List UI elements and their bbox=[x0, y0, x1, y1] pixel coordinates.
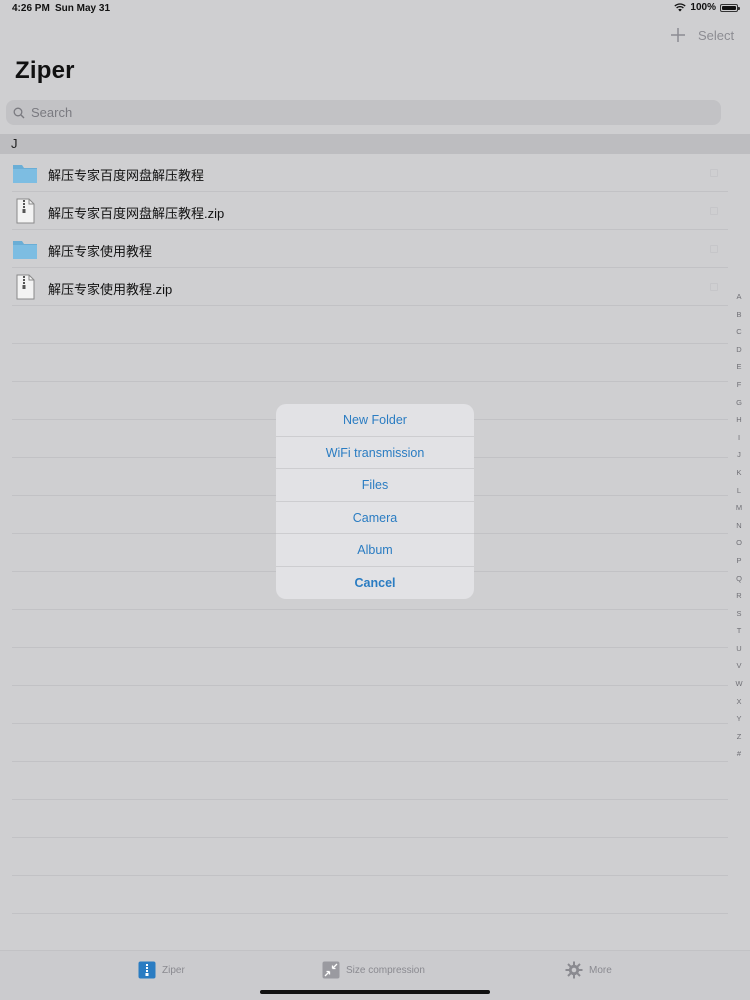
cancel-button[interactable]: Cancel bbox=[276, 567, 474, 600]
folder-icon bbox=[13, 165, 37, 183]
index-letter[interactable]: Z bbox=[731, 728, 747, 746]
battery-level-fill bbox=[722, 5, 736, 10]
row-separator bbox=[12, 723, 728, 724]
index-letter[interactable]: P bbox=[731, 552, 747, 570]
add-icon[interactable] bbox=[667, 24, 689, 46]
tab-ziper[interactable]: Ziper bbox=[138, 961, 185, 979]
row-separator bbox=[12, 875, 728, 876]
zip-file-icon bbox=[16, 198, 35, 224]
index-letter[interactable]: U bbox=[731, 640, 747, 658]
list-item[interactable]: 解压专家百度网盘解压教程 bbox=[0, 154, 730, 192]
status-right: 100% bbox=[674, 2, 740, 13]
row-separator bbox=[12, 837, 728, 838]
search-icon bbox=[13, 107, 25, 118]
new-folder-option[interactable]: New Folder bbox=[276, 404, 474, 437]
row-separator bbox=[12, 381, 728, 382]
index-letter[interactable]: A bbox=[731, 288, 747, 306]
list-item[interactable]: 解压专家使用教程.zip bbox=[0, 268, 730, 306]
row-separator bbox=[12, 799, 728, 800]
index-letter[interactable]: M bbox=[731, 499, 747, 517]
tab-label: Size compression bbox=[346, 964, 425, 976]
index-letter[interactable]: H bbox=[731, 411, 747, 429]
select-button[interactable]: Select bbox=[698, 28, 734, 43]
index-letter[interactable]: N bbox=[731, 517, 747, 535]
folder-icon bbox=[13, 241, 37, 259]
row-separator bbox=[12, 761, 728, 762]
row-separator bbox=[12, 685, 728, 686]
status-time: 4:26 PM bbox=[12, 3, 50, 14]
list-item[interactable]: 解压专家使用教程 bbox=[0, 230, 730, 268]
tab-label: More bbox=[589, 964, 612, 976]
row-separator bbox=[12, 609, 728, 610]
index-letter[interactable]: R bbox=[731, 587, 747, 605]
album-option[interactable]: Album bbox=[276, 534, 474, 567]
files-option[interactable]: Files bbox=[276, 469, 474, 502]
tab-size-compression[interactable]: Size compression bbox=[322, 961, 425, 979]
home-indicator bbox=[260, 990, 490, 994]
index-letter[interactable]: Y bbox=[731, 710, 747, 728]
file-name: 解压专家使用教程 bbox=[48, 244, 153, 259]
search-input[interactable]: Search bbox=[6, 100, 721, 125]
index-letter[interactable]: J bbox=[731, 446, 747, 464]
index-letter[interactable]: B bbox=[731, 306, 747, 324]
index-letter[interactable]: I bbox=[731, 429, 747, 447]
index-letter[interactable]: E bbox=[731, 358, 747, 376]
index-letter[interactable]: L bbox=[731, 482, 747, 500]
action-sheet: New Folder WiFi transmission Files Camer… bbox=[276, 404, 474, 599]
index-letter[interactable]: S bbox=[731, 605, 747, 623]
row-accessory-icon bbox=[710, 169, 718, 177]
file-name: 解压专家使用教程.zip bbox=[48, 282, 173, 297]
page-title: Ziper bbox=[15, 57, 75, 84]
row-accessory-icon bbox=[710, 283, 718, 291]
gear-icon bbox=[565, 961, 583, 979]
index-letter[interactable]: # bbox=[731, 745, 747, 763]
compress-icon bbox=[322, 961, 340, 979]
zip-icon bbox=[138, 961, 156, 979]
file-name: 解压专家百度网盘解压教程.zip bbox=[48, 206, 225, 221]
row-separator bbox=[12, 913, 728, 914]
section-header: J bbox=[0, 134, 750, 154]
zip-file-icon bbox=[16, 274, 35, 300]
battery-icon bbox=[720, 3, 740, 12]
status-date: Sun May 31 bbox=[55, 3, 111, 14]
camera-option[interactable]: Camera bbox=[276, 502, 474, 534]
wifi-icon bbox=[674, 3, 687, 12]
wifi-transmission-option[interactable]: WiFi transmission bbox=[276, 437, 474, 469]
row-separator bbox=[12, 647, 728, 648]
index-letter[interactable]: D bbox=[731, 341, 747, 359]
index-letter[interactable]: T bbox=[731, 622, 747, 640]
index-letter[interactable]: O bbox=[731, 534, 747, 552]
index-letter[interactable]: G bbox=[731, 394, 747, 412]
index-letter[interactable]: V bbox=[731, 657, 747, 675]
list-item[interactable]: 解压专家百度网盘解压教程.zip bbox=[0, 192, 730, 230]
tab-more[interactable]: More bbox=[565, 961, 612, 979]
index-letter[interactable]: K bbox=[731, 464, 747, 482]
index-letter[interactable]: C bbox=[731, 323, 747, 341]
row-accessory-icon bbox=[710, 245, 718, 253]
row-separator bbox=[12, 305, 728, 306]
row-accessory-icon bbox=[710, 207, 718, 215]
row-separator bbox=[12, 343, 728, 344]
index-letter[interactable]: F bbox=[731, 376, 747, 394]
battery-percent: 100% bbox=[690, 2, 716, 13]
tab-label: Ziper bbox=[162, 964, 185, 976]
section-index[interactable]: A B C D E F G H I J K L M N O P Q R S T U V W X Y Z # bbox=[731, 288, 747, 763]
index-letter[interactable]: Q bbox=[731, 570, 747, 588]
index-letter[interactable]: W bbox=[731, 675, 747, 693]
search-placeholder: Search bbox=[31, 105, 73, 120]
index-letter[interactable]: X bbox=[731, 693, 747, 711]
file-name: 解压专家百度网盘解压教程 bbox=[48, 168, 205, 183]
